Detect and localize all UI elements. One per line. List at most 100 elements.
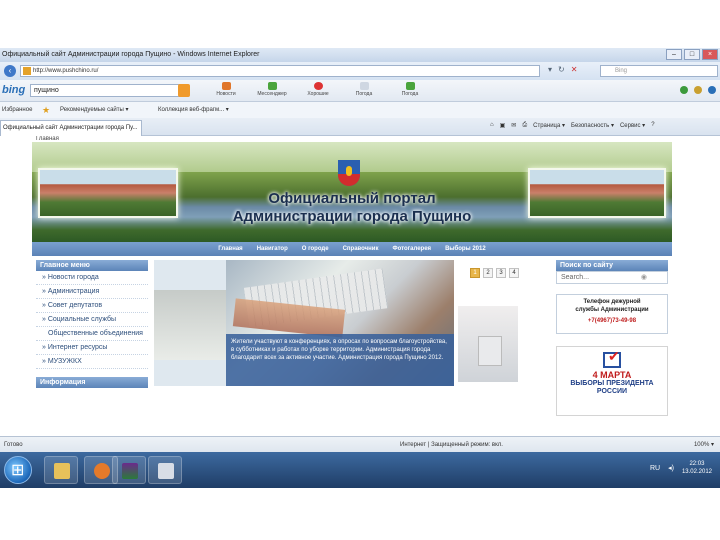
page-menu[interactable]: Страница ▾ [533, 122, 565, 129]
window-controls: – □ × [666, 49, 718, 60]
shield-icon[interactable] [680, 86, 688, 94]
menu-item-council[interactable]: » Совет депутатов [36, 299, 148, 313]
volume-icon[interactable]: ◂) [668, 464, 674, 472]
site-search-placeholder: Search... [561, 274, 590, 281]
clock-date: 13.02.2012 [681, 469, 712, 475]
favorites-button[interactable]: Избранное [2, 102, 32, 118]
nav-photo-gallery[interactable]: Фотогалерея [392, 242, 431, 256]
menu-item-muzhkh[interactable]: » МУЗУЖКХ [36, 355, 148, 369]
site-favicon-icon [23, 67, 31, 75]
tools-menu[interactable]: Сервис ▾ [620, 122, 645, 129]
slide-pager: 1 2 3 4 [470, 268, 519, 278]
bing-messenger-button[interactable]: Мессенджер [252, 82, 292, 100]
banner-title: Официальный портал Администрации города … [32, 190, 672, 226]
bing-news-label: Новости [216, 91, 236, 97]
pager-4[interactable]: 4 [509, 268, 519, 278]
pager-2[interactable]: 2 [483, 268, 493, 278]
duty-phone-number: +7(4967)73-49-98 [587, 318, 637, 324]
menu-item-internet-resources[interactable]: » Интернет ресурсы [36, 341, 148, 355]
web-content: Главная Официальный портал Администрации… [0, 136, 720, 436]
menu-item-administration[interactable]: » Администрация [36, 285, 148, 299]
news-slideshow[interactable]: Жители участвуют в конференциях, в опрос… [154, 260, 454, 386]
bing-toolbar: bing пущино Новости Мессенджер Хорошие П… [0, 80, 720, 102]
suggested-sites-link[interactable]: Рекомендуемые сайты ▾ [60, 102, 129, 118]
site-search-input[interactable]: Search... [556, 271, 668, 284]
screenshot: Официальный сайт Администрации города Пу… [0, 48, 720, 488]
block-icon [313, 82, 323, 90]
nav-directory[interactable]: Справочник [343, 242, 379, 256]
election-date: 4 МАРТА [592, 370, 632, 380]
web-search-field[interactable]: Bing [600, 65, 718, 77]
stop-icon[interactable]: ✕ [571, 65, 578, 74]
feeds-icon[interactable]: ▣ [500, 122, 506, 129]
minimize-button[interactable]: – [666, 49, 682, 60]
site-container: Главная Официальный портал Администрации… [32, 136, 672, 436]
tab-active[interactable]: Официальный сайт Администрации города Пу… [0, 120, 142, 136]
menu-item-public-associations[interactable]: Общественные объединения [36, 327, 148, 341]
clock-time: 22:03 [689, 461, 705, 467]
windows-taskbar: RU ◂) 22:03 13.02.2012 [0, 452, 720, 488]
bing-weather-button[interactable]: Погода [344, 82, 384, 100]
archive-icon [122, 463, 138, 479]
start-button[interactable] [4, 456, 32, 484]
print-icon[interactable]: ⎙ [522, 122, 527, 129]
bing-search-button[interactable] [178, 84, 190, 97]
pager-1[interactable]: 1 [470, 268, 480, 278]
maximize-button[interactable]: □ [684, 49, 700, 60]
page-icon [359, 82, 369, 90]
nav-home[interactable]: Главная [218, 242, 242, 256]
nav-elections[interactable]: Выборы 2012 [445, 242, 486, 256]
election-text-1: ВЫБОРЫ ПРЕЗИДЕНТА [570, 380, 654, 387]
media-player-icon [94, 463, 110, 479]
slide-background-image [154, 290, 226, 360]
nav-about-city[interactable]: О городе [302, 242, 329, 256]
duty-phone-box: Телефон дежурной службы Администрации +7… [556, 294, 668, 334]
web-slice-gallery-link[interactable]: Коллекция веб-фрагм... ▾ [158, 102, 229, 118]
url-field[interactable]: http://www.pushchino.ru/ [20, 65, 540, 77]
election-banner[interactable]: 4 МАРТА ВЫБОРЫ ПРЕЗИДЕНТА РОССИИ [556, 346, 668, 416]
messenger-icon [267, 82, 277, 90]
bing-news-button[interactable]: Новости [206, 82, 246, 100]
main-nav: Главная Навигатор О городе Справочник Фо… [32, 242, 672, 256]
settings-icon[interactable] [708, 86, 716, 94]
dropdown-icon[interactable]: ▾ [548, 65, 552, 74]
menu-item-social-services[interactable]: » Социальные службы [36, 313, 148, 327]
duty-label-1: Телефон дежурной [583, 299, 641, 305]
bing-weather2-label: Погода [401, 91, 419, 97]
bing-tool-buttons: Новости Мессенджер Хорошие Погода Погода [206, 82, 430, 100]
nav-navigator[interactable]: Навигатор [257, 242, 288, 256]
pencil-icon[interactable] [694, 86, 702, 94]
mail-icon[interactable]: ✉ [511, 122, 516, 129]
add-favorite-star-icon[interactable]: ★ [42, 102, 50, 118]
ballot-box-image [458, 306, 518, 382]
back-icon[interactable]: ‹ [4, 65, 16, 77]
taskbar-winrar[interactable] [112, 456, 146, 484]
bing-block-label: Хорошие [307, 91, 329, 97]
bing-search-input[interactable]: пущино [30, 84, 180, 97]
slide-caption[interactable]: Жители участвуют в конференциях, в опрос… [226, 334, 454, 386]
banner-title-line-1: Официальный портал [268, 190, 436, 207]
help-icon[interactable]: ? [651, 122, 654, 129]
duty-label-2: службы Администрации [575, 307, 649, 313]
bing-block-button[interactable]: Хорошие [298, 82, 338, 100]
taskbar-calculator[interactable] [148, 456, 182, 484]
left-column: Главное меню » Новости города » Админист… [36, 260, 148, 388]
right-column: Поиск по сайту Search... Телефон дежурно… [556, 260, 668, 416]
calculator-icon [158, 463, 174, 479]
command-bar: ⌂ ▣ ✉ ⎙ Страница ▾ Безопасность ▾ Сервис… [490, 122, 655, 129]
site-search-title: Поиск по сайту [556, 260, 668, 271]
close-button[interactable]: × [702, 49, 718, 60]
taskbar-explorer[interactable] [44, 456, 78, 484]
bing-weather2-button[interactable]: Погода [390, 82, 430, 100]
language-indicator[interactable]: RU [650, 465, 660, 472]
pager-3[interactable]: 3 [496, 268, 506, 278]
refresh-icon[interactable]: ↻ [558, 65, 565, 74]
home-icon[interactable]: ⌂ [490, 122, 494, 129]
zoom-level[interactable]: 100% ▾ [694, 437, 714, 453]
clock[interactable]: 22:03 13.02.2012 [682, 460, 712, 476]
security-zone[interactable]: Интернет | Защищенный режим: вкл. [400, 437, 503, 453]
tab-bar: Официальный сайт Администрации города Пу… [0, 118, 720, 136]
favorites-bar: Избранное ★ Рекомендуемые сайты ▾ Коллек… [0, 102, 720, 118]
menu-item-news[interactable]: » Новости города [36, 271, 148, 285]
safety-menu[interactable]: Безопасность ▾ [571, 122, 614, 129]
